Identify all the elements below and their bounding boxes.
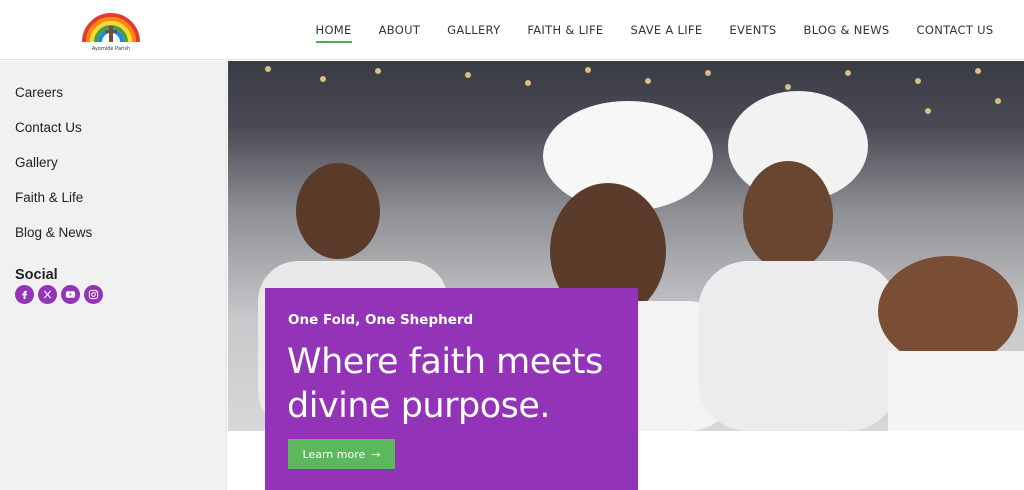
- hero-card: One Fold, One Shepherd Where faith meets…: [265, 288, 638, 490]
- nav-faith-life[interactable]: FAITH & LIFE: [527, 0, 603, 60]
- social-heading: Social: [15, 267, 58, 283]
- logo-caption: Ayomide Parish: [91, 46, 131, 52]
- sidebar-item-careers[interactable]: Careers: [15, 85, 63, 100]
- learn-more-button[interactable]: Learn more →: [288, 439, 395, 469]
- hero-title: Where faith meets divine purpose.: [287, 342, 603, 426]
- x-icon[interactable]: [38, 285, 57, 304]
- nav-contact-us[interactable]: CONTACT US: [917, 0, 994, 60]
- learn-more-label: Learn more: [302, 447, 366, 461]
- nav-home[interactable]: HOME: [315, 0, 352, 60]
- facebook-icon[interactable]: [15, 285, 34, 304]
- nav-gallery[interactable]: GALLERY: [447, 0, 500, 60]
- instagram-icon[interactable]: [84, 285, 103, 304]
- nav-save-a-life[interactable]: SAVE A LIFE: [630, 0, 702, 60]
- sidebar-item-contact-us[interactable]: Contact Us: [15, 120, 82, 135]
- sidebar-item-faith-life[interactable]: Faith & Life: [15, 190, 83, 205]
- sidebar-item-gallery[interactable]: Gallery: [15, 155, 58, 170]
- main-nav: HOME ABOUT GALLERY FAITH & LIFE SAVE A L…: [302, 0, 1007, 60]
- site-logo[interactable]: Ayomide Parish: [80, 6, 142, 56]
- nav-blog-news[interactable]: BLOG & NEWS: [804, 0, 890, 60]
- site-header: Ayomide Parish HOME ABOUT GALLERY FAITH …: [0, 0, 1024, 60]
- sidebar-item-blog-news[interactable]: Blog & News: [15, 225, 92, 240]
- youtube-icon[interactable]: [61, 285, 80, 304]
- hero-kicker: One Fold, One Shepherd: [288, 312, 474, 328]
- sidebar: Careers Contact Us Gallery Faith & Life …: [0, 61, 227, 490]
- social-links: [15, 285, 103, 304]
- arrow-right-icon: →: [371, 447, 381, 461]
- nav-about[interactable]: ABOUT: [379, 0, 421, 60]
- nav-events[interactable]: EVENTS: [729, 0, 776, 60]
- rainbow-logo-icon: [82, 13, 140, 43]
